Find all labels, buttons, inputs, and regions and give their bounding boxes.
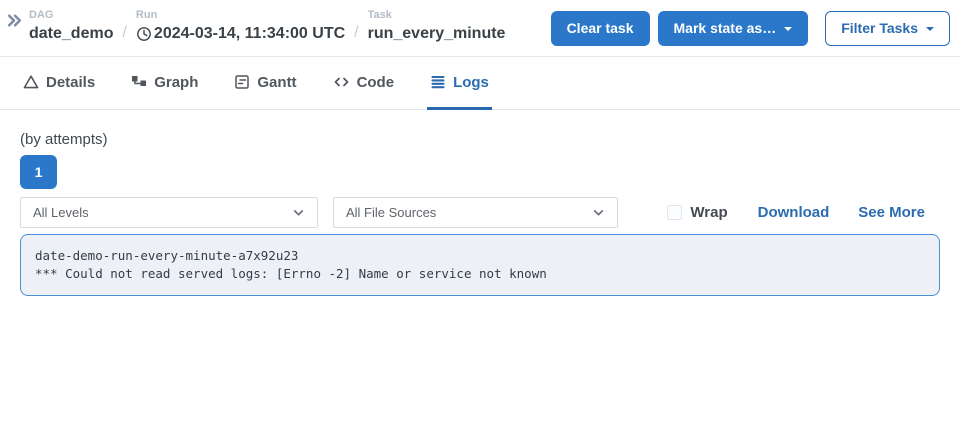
chevron-down-icon [592,206,605,219]
see-more-link[interactable]: See More [858,204,925,221]
double-chevron-icon[interactable] [6,12,23,34]
file-source-select[interactable]: All File Sources [333,197,618,228]
filter-tasks-button[interactable]: Filter Tasks [825,11,950,46]
log-filter-row: All Levels All File Sources Wrap Downloa… [20,197,940,228]
log-line: *** Could not read served logs: [Errno -… [35,265,925,283]
wrap-checkbox[interactable] [667,205,682,220]
breadcrumb-separator: / [354,21,358,45]
tab-graph[interactable]: Graph [128,57,201,110]
attempt-1-button[interactable]: 1 [20,155,57,189]
filter-tasks-label: Filter Tasks [841,20,918,36]
by-attempts-label: (by attempts) [20,130,940,149]
log-level-value: All Levels [33,205,89,220]
log-line: date-demo-run-every-minute-a7x92u23 [35,247,925,265]
clock-icon [136,26,152,42]
breadcrumb: DAG date_demo / Run 2024-03-14, 11:34:00… [29,8,505,46]
logs-panel: (by attempts) 1 All Levels All File Sour… [0,110,960,316]
download-link[interactable]: Download [758,204,830,221]
breadcrumb-dag: DAG date_demo [29,8,113,46]
graph-nodes-icon [131,74,147,90]
run-timestamp: 2024-03-14, 11:34:00 UTC [154,22,345,46]
tab-gantt-label: Gantt [257,74,296,91]
tab-details-label: Details [46,74,95,91]
mark-state-as-label: Mark state as… [674,20,777,36]
log-lines-icon [430,74,446,90]
tab-code[interactable]: Code [330,57,398,110]
task-instance-header: DAG date_demo / Run 2024-03-14, 11:34:00… [0,0,960,57]
log-controls: Wrap Download See More [667,204,940,221]
dag-label: DAG [29,8,113,22]
caret-down-icon [784,27,792,31]
tab-logs[interactable]: Logs [427,57,492,110]
tab-gantt[interactable]: Gantt [231,57,299,110]
task-value[interactable]: run_every_minute [368,22,506,46]
breadcrumb-task: Task run_every_minute [368,8,506,46]
tab-logs-label: Logs [453,74,489,91]
tab-code-label: Code [357,74,395,91]
clear-task-label: Clear task [567,20,634,36]
mark-state-as-button[interactable]: Mark state as… [658,11,809,46]
chevron-down-icon [292,206,305,219]
breadcrumb-separator: / [122,21,126,45]
gantt-chart-icon [234,74,250,90]
task-label: Task [368,8,506,22]
code-brackets-icon [333,74,350,90]
tab-details[interactable]: Details [20,57,98,110]
warning-triangle-icon [23,74,39,90]
run-value[interactable]: 2024-03-14, 11:34:00 UTC [136,22,345,46]
log-output-box: date-demo-run-every-minute-a7x92u23 *** … [20,234,940,296]
wrap-label: Wrap [690,204,727,221]
clear-task-button[interactable]: Clear task [551,11,650,46]
run-label: Run [136,8,345,22]
file-source-value: All File Sources [346,205,436,220]
detail-tabs: Details Graph Gantt Code Logs [0,57,960,110]
tab-graph-label: Graph [154,74,198,91]
wrap-toggle-group: Wrap [667,204,727,221]
header-actions: Clear task Mark state as… Filter Tasks [543,11,950,46]
breadcrumb-run: Run 2024-03-14, 11:34:00 UTC [136,8,345,46]
dag-value[interactable]: date_demo [29,22,113,46]
caret-down-icon [926,27,934,31]
log-level-select[interactable]: All Levels [20,197,318,228]
